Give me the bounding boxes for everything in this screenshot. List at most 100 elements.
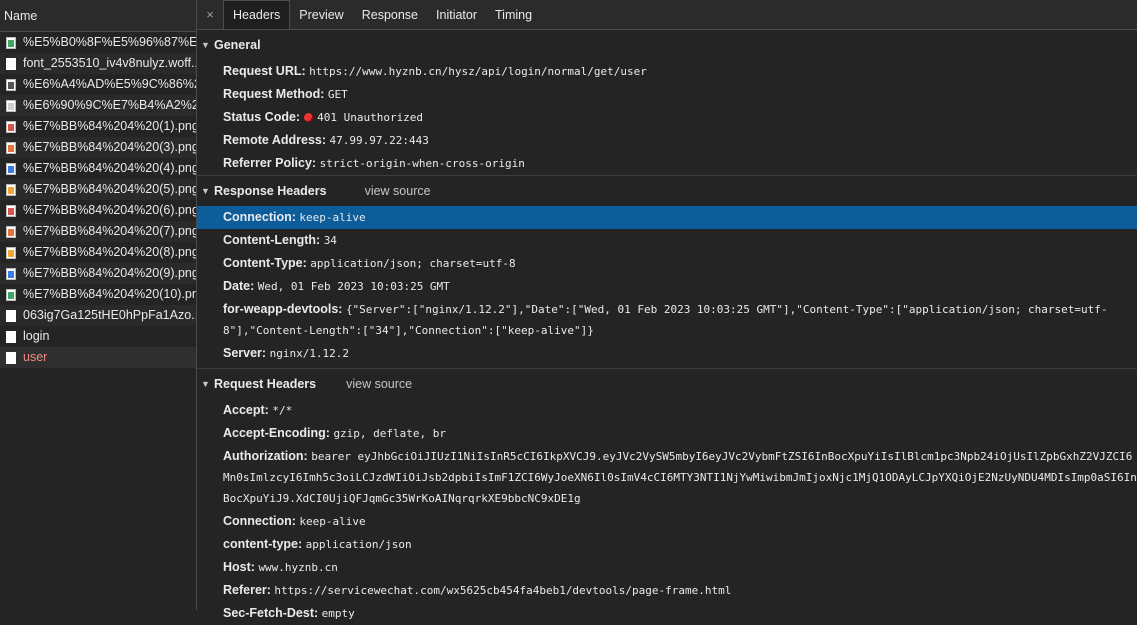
image-file-icon <box>6 246 16 259</box>
request-item[interactable]: 063ig7Ga125tHE0hPpFa1Azo... <box>0 305 196 326</box>
request-item[interactable]: %E7%BB%84%204%20(9).png <box>0 263 196 284</box>
request-header-row-host: Host: www.hyznb.cn <box>197 556 1137 579</box>
view-source-link[interactable]: view source <box>365 176 431 206</box>
header-key: Date: <box>223 279 255 293</box>
header-value: 47.99.97.22:443 <box>329 134 429 147</box>
image-file-icon <box>6 267 16 280</box>
request-item[interactable]: login <box>0 326 196 347</box>
status-error-dot-icon <box>304 113 314 122</box>
header-key: Server: <box>223 346 267 360</box>
image-file-icon <box>6 78 16 91</box>
general-section: Request URL: https://www.hyznb.cn/hysz/a… <box>197 60 1137 175</box>
request-item[interactable]: %E7%BB%84%204%20(6).png <box>0 200 196 221</box>
header-value: empty <box>321 607 355 620</box>
tab-preview[interactable]: Preview <box>290 0 352 29</box>
header-value: https://www.hyznb.cn/hysz/api/login/norm… <box>309 65 647 78</box>
general-row-status-code: Status Code: 401 Unauthorized <box>197 106 1137 129</box>
request-header-row-connection: Connection: keep-alive <box>197 510 1137 533</box>
request-item[interactable]: %E7%BB%84%204%20(10).png <box>0 284 196 305</box>
image-file-icon <box>6 183 16 196</box>
header-value: www.hyznb.cn <box>258 561 338 574</box>
request-item[interactable]: %E7%BB%84%204%20(4).png <box>0 158 196 179</box>
triangle-down-icon: ▼ <box>201 186 210 196</box>
header-value: strict-origin-when-cross-origin <box>319 157 525 170</box>
request-header-row-accept-encoding: Accept-Encoding: gzip, deflate, br <box>197 422 1137 445</box>
header-value: keep-alive <box>299 515 366 528</box>
close-icon[interactable]: × <box>197 0 223 29</box>
request-headers-section-header[interactable]: ▼ Request Headers view source <box>197 369 1137 399</box>
response-header-row-connection[interactable]: Connection: keep-alive <box>197 206 1137 229</box>
request-item[interactable]: %E7%BB%84%204%20(7).png <box>0 221 196 242</box>
header-key: Connection: <box>223 514 296 528</box>
response-headers-section: Connection: keep-alive Content-Length: 3… <box>197 206 1137 365</box>
tab-initiator[interactable]: Initiator <box>427 0 486 29</box>
header-value: gzip, deflate, br <box>333 427 447 440</box>
header-key: content-type: <box>223 537 303 551</box>
document-file-icon <box>6 57 16 70</box>
header-value: application/json; charset=utf-8 <box>310 257 516 270</box>
response-header-row-content-length: Content-Length: 34 <box>197 229 1137 252</box>
tab-timing[interactable]: Timing <box>486 0 541 29</box>
header-key: Remote Address: <box>223 133 327 147</box>
header-key: Request URL: <box>223 64 306 78</box>
request-name: %E7%BB%84%204%20(5).png <box>23 182 196 196</box>
header-value: 401 Unauthorized <box>317 111 424 124</box>
request-header-row-sec-fetch-dest: Sec-Fetch-Dest: empty <box>197 602 1137 625</box>
tab-response[interactable]: Response <box>353 0 427 29</box>
header-value: {"Server":["nginx/1.12.2"],"Date":["Wed,… <box>223 303 1108 337</box>
header-value: nginx/1.12.2 <box>269 347 350 360</box>
header-value: bearer eyJhbGciOiJIUzI1NiIsInR5cCI6IkpXV… <box>223 450 1137 505</box>
request-item[interactable]: %E6%A4%AD%E5%9C%86%2... <box>0 74 196 95</box>
header-key: Host: <box>223 560 255 574</box>
name-column-header[interactable]: Name <box>0 0 196 32</box>
general-section-title: General <box>214 38 261 52</box>
response-header-row-date: Date: Wed, 01 Feb 2023 10:03:25 GMT <box>197 275 1137 298</box>
request-item[interactable]: user <box>0 347 196 368</box>
response-header-row-server: Server: nginx/1.12.2 <box>197 342 1137 365</box>
request-name: 063ig7Ga125tHE0hPpFa1Azo... <box>23 308 196 322</box>
header-value: 34 <box>323 234 337 247</box>
triangle-down-icon: ▼ <box>201 40 210 50</box>
general-row-request-method: Request Method: GET <box>197 83 1137 106</box>
header-key: Connection: <box>223 210 296 224</box>
header-value: Wed, 01 Feb 2023 10:03:25 GMT <box>257 280 450 293</box>
request-name: %E7%BB%84%204%20(9).png <box>23 266 196 280</box>
document-file-icon <box>6 309 16 322</box>
request-item[interactable]: %E7%BB%84%204%20(8).png <box>0 242 196 263</box>
request-item[interactable]: %E7%BB%84%204%20(3).png <box>0 137 196 158</box>
request-list-pane: Name %E5%B0%8F%E5%96%87%E5... font_255351… <box>0 0 197 610</box>
response-header-row-content-type: Content-Type: application/json; charset=… <box>197 252 1137 275</box>
request-name: %E5%B0%8F%E5%96%87%E5... <box>23 35 196 49</box>
header-key: Accept: <box>223 403 269 417</box>
general-row-referrer-policy: Referrer Policy: strict-origin-when-cros… <box>197 152 1137 175</box>
tab-headers[interactable]: Headers <box>223 0 291 29</box>
request-name: %E7%BB%84%204%20(10).png <box>23 287 196 301</box>
request-headers-section: Accept: */* Accept-Encoding: gzip, defla… <box>197 399 1137 625</box>
request-name: %E7%BB%84%204%20(6).png <box>23 203 196 217</box>
request-headers-title: Request Headers <box>214 377 317 391</box>
request-name: %E7%BB%84%204%20(3).png <box>23 140 196 154</box>
request-item[interactable]: font_2553510_iv4v8nulyz.woff... <box>0 53 196 74</box>
general-section-header[interactable]: ▼ General <box>197 30 1137 60</box>
general-row-request-url: Request URL: https://www.hyznb.cn/hysz/a… <box>197 60 1137 83</box>
header-key: Content-Length: <box>223 233 321 247</box>
request-name: %E6%90%9C%E7%B4%A2%20... <box>23 98 196 112</box>
request-name: %E7%BB%84%204%20(7).png <box>23 224 196 238</box>
request-item[interactable]: %E7%BB%84%204%20(5).png <box>0 179 196 200</box>
request-name: login <box>23 329 50 343</box>
document-file-icon <box>6 330 16 343</box>
general-row-remote-address: Remote Address: 47.99.97.22:443 <box>197 129 1137 152</box>
image-file-icon <box>6 141 16 154</box>
request-item[interactable]: %E7%BB%84%204%20(1).png <box>0 116 196 137</box>
header-value: application/json <box>305 538 412 551</box>
header-key: Request Method: <box>223 87 325 101</box>
view-source-link[interactable]: view source <box>346 369 412 399</box>
response-headers-section-header[interactable]: ▼ Response Headers view source <box>197 176 1137 206</box>
header-value: GET <box>327 88 348 101</box>
request-name: font_2553510_iv4v8nulyz.woff... <box>23 56 196 70</box>
request-item[interactable]: %E5%B0%8F%E5%96%87%E5... <box>0 32 196 53</box>
header-key: Content-Type: <box>223 256 307 270</box>
request-item[interactable]: %E6%90%9C%E7%B4%A2%20... <box>0 95 196 116</box>
header-key: Referrer Policy: <box>223 156 317 170</box>
header-key: for-weapp-devtools: <box>223 302 343 316</box>
